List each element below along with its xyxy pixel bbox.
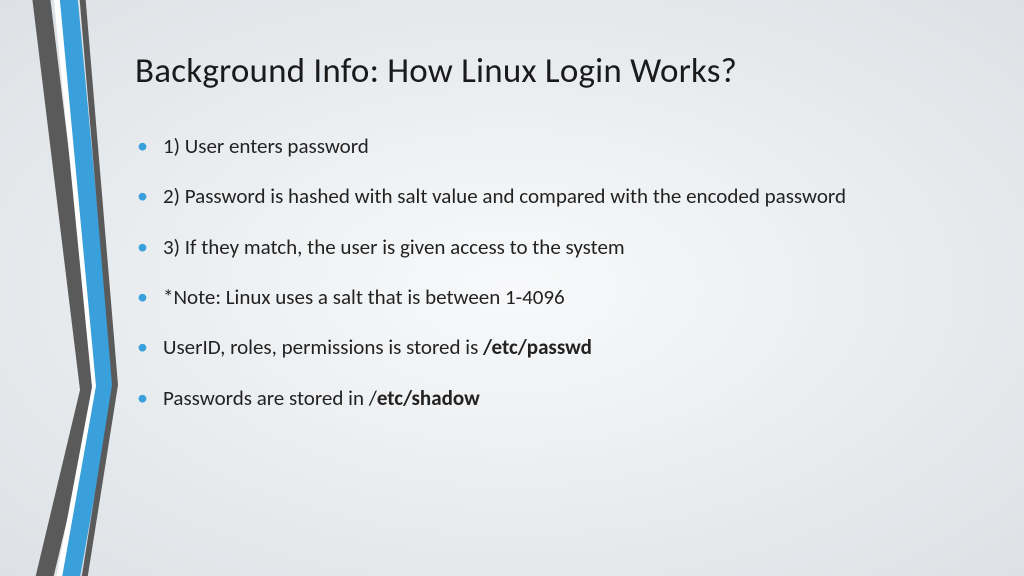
list-item: *Note: Linux uses a salt that is between… <box>135 283 984 311</box>
slide-title: Background Info: How Linux Login Works? <box>135 50 984 92</box>
decorative-chevron <box>0 0 120 576</box>
list-item: UserID, roles, permissions is stored is … <box>135 333 984 361</box>
list-item: Passwords are stored in /etc/shadow <box>135 384 984 412</box>
slide-content: Background Info: How Linux Login Works? … <box>135 50 984 434</box>
list-item: 1) User enters password <box>135 132 984 160</box>
list-item: 2) Password is hashed with salt value an… <box>135 182 984 210</box>
list-item: 3) If they match, the user is given acce… <box>135 233 984 261</box>
bullet-list: 1) User enters password 2) Password is ha… <box>135 132 984 412</box>
